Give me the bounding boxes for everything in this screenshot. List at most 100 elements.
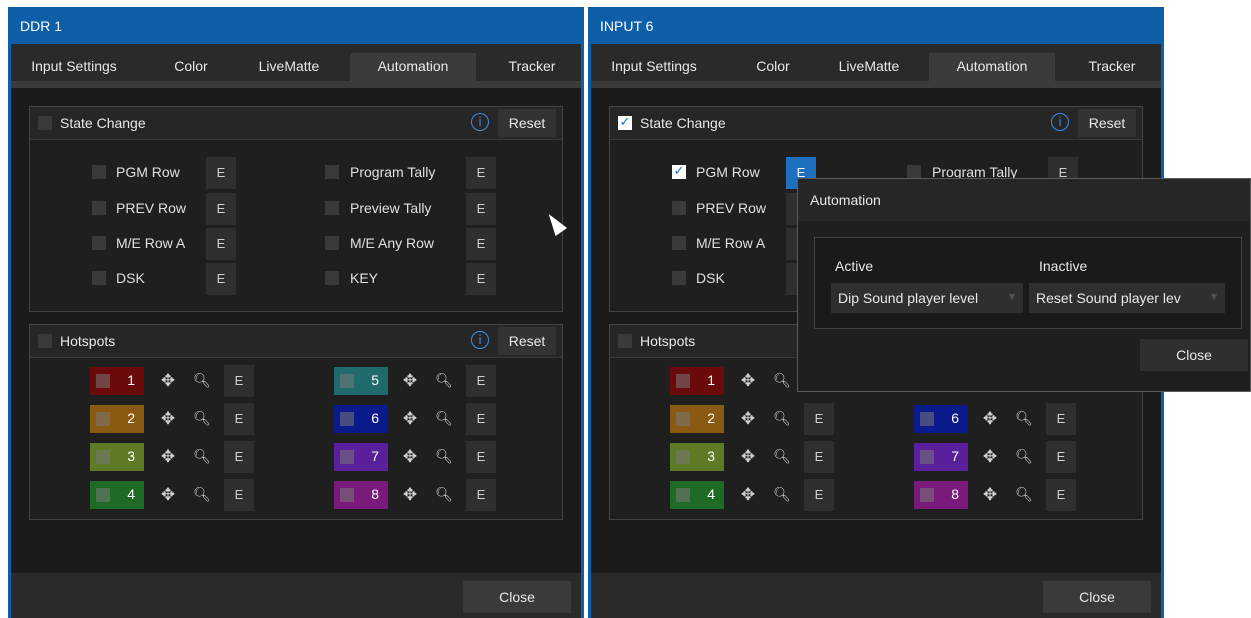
preview-tally-e-button[interactable]: E [466,193,496,225]
move-icon[interactable]: ✥ [396,481,424,509]
pgm-row-checkbox[interactable]: ✓ [672,165,686,179]
hotspot-checkbox[interactable] [96,374,110,388]
hotspot-checkbox[interactable] [676,450,690,464]
zoom-icon[interactable]: 🔍︎ [1010,443,1038,471]
active-select[interactable]: Dip Sound player level ▼ [831,283,1023,313]
hotspot-checkbox[interactable] [676,374,690,388]
hotspot-checkbox[interactable] [340,374,354,388]
hotspot-checkbox[interactable] [920,412,934,426]
tab-input-settings[interactable]: Input Settings [599,53,709,81]
hotspot-checkbox[interactable] [96,450,110,464]
move-icon[interactable]: ✥ [154,481,182,509]
program-tally-e-button[interactable]: E [466,157,496,189]
tab-color[interactable]: Color [743,53,803,81]
reset-button[interactable]: Reset [1078,109,1136,137]
hotspot-4[interactable]: 4 [90,481,144,509]
move-icon[interactable]: ✥ [734,443,762,471]
hotspot-8[interactable]: 8 [914,481,968,509]
tab-tracker[interactable]: Tracker [1073,53,1151,81]
pgm-row-e-button[interactable]: E [206,157,236,189]
prev-row-e-button[interactable]: E [206,193,236,225]
hotspot-e-button[interactable]: E [804,441,834,473]
move-icon[interactable]: ✥ [976,443,1004,471]
inactive-select[interactable]: Reset Sound player lev ▼ [1029,283,1225,313]
hotspot-e-button[interactable]: E [1046,479,1076,511]
state-change-checkbox[interactable]: ✓ [618,116,632,130]
hotspot-checkbox[interactable] [920,450,934,464]
zoom-icon[interactable]: 🔍︎ [768,481,796,509]
hotspot-e-button[interactable]: E [224,365,254,397]
preview-tally-checkbox[interactable] [325,201,339,215]
me-row-a-checkbox[interactable] [92,236,106,250]
hotspots-checkbox[interactable] [38,334,52,348]
move-icon[interactable]: ✥ [154,367,182,395]
hotspots-checkbox[interactable] [618,334,632,348]
hotspot-e-button[interactable]: E [1046,441,1076,473]
hotspot-7[interactable]: 7 [334,443,388,471]
hotspot-6[interactable]: 6 [334,405,388,433]
zoom-icon[interactable]: 🔍︎ [430,405,458,433]
tab-color[interactable]: Color [161,53,221,81]
zoom-icon[interactable]: 🔍︎ [188,481,216,509]
hotspot-checkbox[interactable] [340,488,354,502]
prev-row-checkbox[interactable] [92,201,106,215]
move-icon[interactable]: ✥ [154,405,182,433]
move-icon[interactable]: ✥ [396,367,424,395]
tab-livematte[interactable]: LiveMatte [247,53,331,81]
tab-livematte[interactable]: LiveMatte [827,53,911,81]
hotspot-checkbox[interactable] [676,412,690,426]
hotspot-3[interactable]: 3 [670,443,724,471]
move-icon[interactable]: ✥ [976,405,1004,433]
hotspot-e-button[interactable]: E [224,403,254,435]
move-icon[interactable]: ✥ [734,481,762,509]
move-icon[interactable]: ✥ [734,367,762,395]
move-icon[interactable]: ✥ [154,443,182,471]
reset-button[interactable]: Reset [498,109,556,137]
tab-automation[interactable]: Automation [350,53,476,81]
pgm-row-checkbox[interactable] [92,165,106,179]
hotspot-2[interactable]: 2 [670,405,724,433]
hotspot-e-button[interactable]: E [466,441,496,473]
hotspot-e-button[interactable]: E [224,479,254,511]
hotspot-1[interactable]: 1 [90,367,144,395]
move-icon[interactable]: ✥ [396,443,424,471]
hotspot-5[interactable]: 5 [334,367,388,395]
zoom-icon[interactable]: 🔍︎ [768,443,796,471]
zoom-icon[interactable]: 🔍︎ [430,367,458,395]
info-icon[interactable]: i [471,331,489,349]
hotspot-2[interactable]: 2 [90,405,144,433]
tab-input-settings[interactable]: Input Settings [19,53,129,81]
me-any-row-checkbox[interactable] [325,236,339,250]
reset-button[interactable]: Reset [498,327,556,355]
hotspot-6[interactable]: 6 [914,405,968,433]
zoom-icon[interactable]: 🔍︎ [768,405,796,433]
hotspot-checkbox[interactable] [96,412,110,426]
zoom-icon[interactable]: 🔍︎ [430,443,458,471]
hotspot-1[interactable]: 1 [670,367,724,395]
move-icon[interactable]: ✥ [396,405,424,433]
hotspot-e-button[interactable]: E [804,479,834,511]
hotspot-checkbox[interactable] [340,412,354,426]
program-tally-checkbox[interactable] [325,165,339,179]
zoom-icon[interactable]: 🔍︎ [1010,481,1038,509]
zoom-icon[interactable]: 🔍︎ [430,481,458,509]
hotspot-e-button[interactable]: E [1046,403,1076,435]
hotspot-e-button[interactable]: E [466,479,496,511]
hotspot-3[interactable]: 3 [90,443,144,471]
hotspot-e-button[interactable]: E [466,403,496,435]
hotspot-checkbox[interactable] [340,450,354,464]
dsk-e-button[interactable]: E [206,263,236,295]
move-icon[interactable]: ✥ [734,405,762,433]
zoom-icon[interactable]: 🔍︎ [188,405,216,433]
hotspot-e-button[interactable]: E [466,365,496,397]
hotspot-checkbox[interactable] [920,488,934,502]
me-any-row-e-button[interactable]: E [466,228,496,260]
info-icon[interactable]: i [471,113,489,131]
tab-automation[interactable]: Automation [929,53,1055,81]
me-row-a-e-button[interactable]: E [206,228,236,260]
tab-tracker[interactable]: Tracker [493,53,571,81]
close-button[interactable]: Close [1043,581,1151,613]
zoom-icon[interactable]: 🔍︎ [188,443,216,471]
hotspot-8[interactable]: 8 [334,481,388,509]
close-button[interactable]: Close [463,581,571,613]
